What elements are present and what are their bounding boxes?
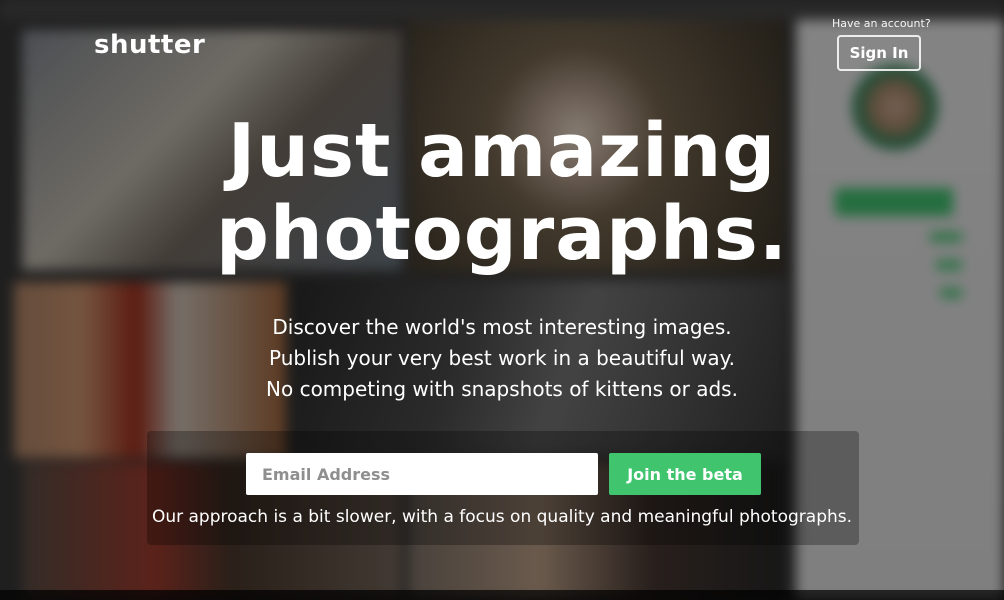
signup-note: Our approach is a bit slower, with a foc… — [151, 507, 853, 527]
logo: shutter — [94, 30, 206, 60]
hero-subtitle: Discover the world's most interesting im… — [0, 312, 1004, 405]
subtitle-line: Publish your very best work in a beautif… — [268, 346, 736, 370]
join-beta-button[interactable]: Join the beta — [609, 453, 761, 495]
email-input[interactable] — [246, 453, 598, 495]
subtitle-line: No competing with snapshots of kittens o… — [266, 377, 738, 401]
bottom-edge — [0, 590, 1004, 600]
hero-title-line: photographs. — [216, 191, 788, 277]
hero-title-line: Just amazing — [227, 108, 777, 194]
subtitle-line: Discover the world's most interesting im… — [272, 315, 732, 339]
hero-title: Just amazing photographs. — [0, 110, 1004, 276]
have-account-text: Have an account? — [832, 17, 931, 30]
sign-in-button[interactable]: Sign In — [837, 35, 921, 71]
